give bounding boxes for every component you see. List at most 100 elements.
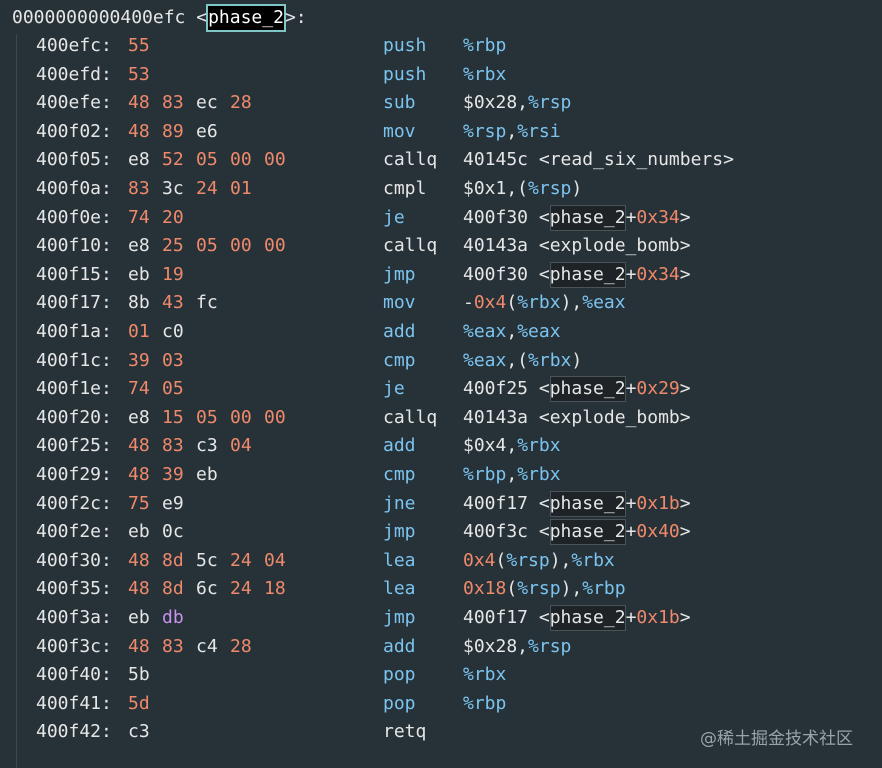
operand-token: %rsp bbox=[528, 635, 572, 657]
operand-token: ,( bbox=[506, 349, 529, 371]
instruction-address: 400f02: bbox=[36, 120, 112, 142]
instruction-bytes: 48 83 c4 28 bbox=[128, 634, 264, 660]
operand-token: > bbox=[679, 378, 691, 400]
operand-token: + bbox=[625, 263, 637, 285]
symbol-reference[interactable]: phase_2 bbox=[549, 490, 626, 517]
instruction-bytes: 48 8d 5c 24 04 bbox=[128, 548, 298, 574]
operand-token: 40145c <read_six_numbers> bbox=[463, 149, 734, 171]
instruction-row: 400efc: 55 push %rbp bbox=[0, 33, 882, 59]
instruction-operands: 400f17 <phase_2+0x1b> bbox=[463, 490, 691, 517]
opcode-byte: 00 bbox=[230, 235, 252, 257]
instruction-address: 400f1c: bbox=[36, 349, 112, 371]
operand-token: %rbp bbox=[463, 692, 507, 714]
operand-token: ( bbox=[506, 292, 518, 314]
instruction-operands: $0x28,%rsp bbox=[463, 634, 571, 660]
operand-token: %rbx bbox=[517, 292, 561, 314]
operand-token: 400f25 < bbox=[463, 378, 550, 400]
opcode-byte: 03 bbox=[162, 349, 184, 371]
symbol-reference[interactable]: phase_2 bbox=[549, 519, 626, 546]
opcode-byte: 48 bbox=[128, 549, 150, 571]
instruction-address: 400f05: bbox=[36, 149, 112, 171]
opcode-byte: e8 bbox=[128, 406, 150, 428]
function-address: 0000000000400efc bbox=[12, 7, 186, 28]
opcode-byte: 43 bbox=[162, 292, 184, 314]
operand-token: + bbox=[625, 607, 637, 628]
opcode-byte: 5b bbox=[128, 664, 150, 686]
instruction-address: 400f30: bbox=[36, 549, 112, 571]
opcode-byte: 18 bbox=[264, 578, 286, 600]
opcode-byte: eb bbox=[128, 521, 150, 543]
opcode-byte: 05 bbox=[162, 378, 184, 400]
instruction-bytes: 39 03 bbox=[128, 348, 196, 374]
instruction-bytes: eb 0c bbox=[128, 519, 196, 545]
selected-symbol[interactable]: phase_2 bbox=[206, 4, 286, 32]
instruction-bytes: 01 c0 bbox=[128, 319, 196, 345]
instruction-mnemonic: add bbox=[383, 635, 416, 657]
operand-token: ), bbox=[560, 292, 583, 314]
operand-token: 400f30 < bbox=[463, 263, 550, 285]
instruction-bytes: 74 20 bbox=[128, 205, 196, 231]
operand-token: %rbx bbox=[463, 63, 507, 85]
operand-token: 0x34 bbox=[636, 263, 680, 285]
opcode-byte: 00 bbox=[230, 406, 252, 428]
opcode-byte: 05 bbox=[196, 406, 218, 428]
operand-token: %eax bbox=[582, 292, 626, 314]
instruction-row: 400f25: 48 83 c3 04 add $0x4,%rbx bbox=[0, 433, 882, 459]
operand-token: + bbox=[625, 378, 637, 400]
opcode-byte: 0c bbox=[162, 521, 184, 543]
function-header: 0000000000400efc <phase_2>: bbox=[12, 4, 307, 32]
instruction-row: 400efd: 53 push %rbx bbox=[0, 62, 882, 88]
symbol-reference[interactable]: phase_2 bbox=[549, 204, 626, 231]
instruction-operands: %rbx bbox=[463, 662, 506, 688]
operand-token: 40143a <explode_bomb> bbox=[463, 406, 691, 428]
instruction-mnemonic: cmpl bbox=[383, 178, 427, 199]
operand-token: %eax bbox=[463, 321, 507, 342]
instruction-bytes: 5b bbox=[128, 662, 162, 688]
instruction-address: 400f42: bbox=[36, 721, 112, 743]
watermark: @稀土掘金技术社区 bbox=[700, 729, 853, 749]
operand-token: , bbox=[506, 321, 518, 342]
disassembly-editor[interactable]: 0000000000400efc <phase_2>: 400efc: 55 pus… bbox=[0, 0, 882, 768]
instruction-row: 400f3a: eb db jmp 400f17 <phase_2+0x1b> bbox=[0, 605, 882, 631]
opcode-byte: fc bbox=[196, 292, 218, 314]
operand-token: %rbx bbox=[517, 435, 561, 457]
instruction-row: 400f20: e8 15 05 00 00 callq 40143a <explode_bo… bbox=[0, 405, 882, 431]
instruction-operands: 400f25 <phase_2+0x29> bbox=[463, 376, 691, 403]
symbol-reference[interactable]: phase_2 bbox=[549, 376, 626, 403]
instruction-address: 400f29: bbox=[36, 464, 112, 485]
instruction-mnemonic: cmp bbox=[383, 464, 416, 485]
opcode-byte: 48 bbox=[128, 578, 150, 600]
operand-token: $0x1,( bbox=[463, 178, 529, 199]
instruction-address: 400efe: bbox=[36, 92, 112, 114]
instruction-bytes: e8 25 05 00 00 bbox=[128, 233, 298, 259]
instruction-row: 400f05: e8 52 05 00 00 callq 40145c <read_six_n… bbox=[0, 147, 882, 173]
operand-token: 40143a <explode_bomb> bbox=[463, 235, 691, 257]
instruction-row: 400f15: eb 19 jmp 400f30 <phase_2+0x34> bbox=[0, 261, 882, 288]
instruction-bytes: 83 3c 24 01 bbox=[128, 176, 264, 202]
instruction-bytes: 53 bbox=[128, 62, 162, 88]
symbol-reference[interactable]: phase_2 bbox=[549, 605, 626, 631]
opcode-byte: 04 bbox=[264, 549, 286, 571]
instruction-mnemonic: add bbox=[383, 435, 416, 457]
operand-token: 400f17 < bbox=[463, 607, 550, 628]
opcode-byte: e8 bbox=[128, 149, 150, 171]
opcode-byte: db bbox=[162, 607, 184, 628]
instruction-mnemonic: push bbox=[383, 63, 427, 85]
opcode-byte: 25 bbox=[162, 235, 184, 257]
instruction-address: 400f0e: bbox=[36, 206, 112, 228]
opcode-byte: 39 bbox=[162, 464, 184, 485]
opcode-byte: 6c bbox=[196, 578, 218, 600]
instruction-mnemonic: mov bbox=[383, 120, 416, 142]
operand-token: %rbx bbox=[517, 464, 561, 485]
operand-token: > bbox=[679, 206, 691, 228]
opcode-byte: 8d bbox=[162, 578, 184, 600]
operand-token: 400f3c < bbox=[463, 521, 550, 543]
opcode-byte: c0 bbox=[162, 321, 184, 342]
operand-token: 0x40 bbox=[636, 521, 680, 543]
instruction-address: 400efd: bbox=[36, 63, 112, 85]
symbol-reference[interactable]: phase_2 bbox=[549, 261, 626, 288]
operand-token: %eax bbox=[463, 349, 507, 371]
opcode-byte: 05 bbox=[196, 235, 218, 257]
instruction-address: 400f3a: bbox=[36, 607, 112, 628]
opcode-byte: eb bbox=[128, 263, 150, 285]
